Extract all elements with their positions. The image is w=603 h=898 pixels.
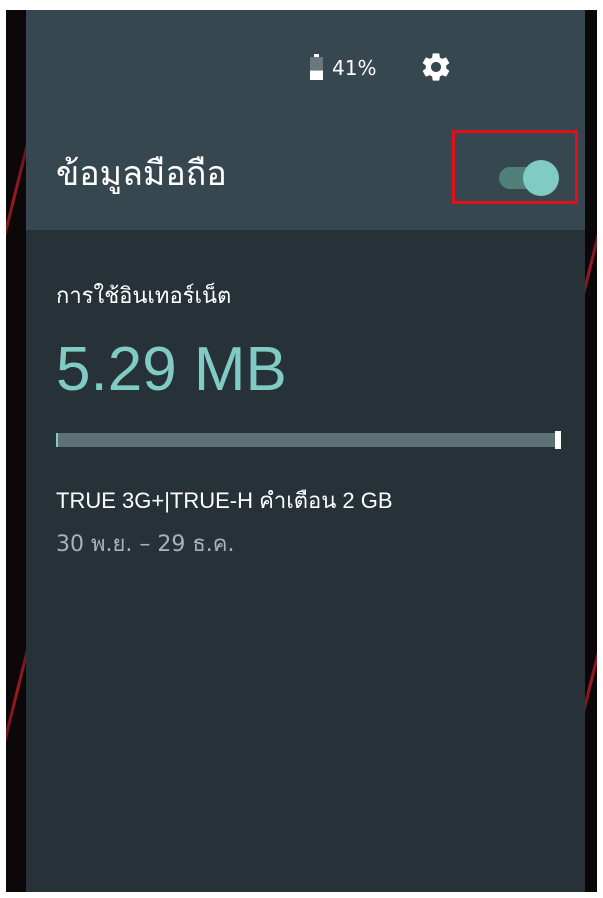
usage-progress-fill xyxy=(56,433,58,447)
warning-limit-marker xyxy=(555,431,561,449)
panel-header: 41% ข้อมูลมือถือ xyxy=(26,10,585,230)
battery-icon xyxy=(310,54,323,80)
carrier-warning-text: TRUE 3G+|TRUE-H คำเตือน 2 GB xyxy=(56,488,393,513)
mobile-data-toggle[interactable] xyxy=(493,160,559,196)
internet-usage-label: การใช้อินเทอร์เน็ต xyxy=(56,284,232,309)
usage-progress-bar xyxy=(56,431,561,449)
quick-settings-panel: 41% ข้อมูลมือถือ การใช้อินเทอร์เน็ต 5.29… xyxy=(26,10,585,892)
status-row: 41% xyxy=(26,50,585,90)
gear-icon[interactable] xyxy=(419,50,453,84)
battery-percentage: 41% xyxy=(332,56,377,80)
toggle-thumb xyxy=(523,160,559,196)
screen-frame: 41% ข้อมูลมือถือ การใช้อินเทอร์เน็ต 5.29… xyxy=(6,10,597,892)
mobile-data-title: ข้อมูลมือถือ xyxy=(56,154,227,194)
data-usage-amount: 5.29 MB xyxy=(56,335,287,404)
billing-period-text: 30 พ.ย. – 29 ธ.ค. xyxy=(56,532,235,557)
